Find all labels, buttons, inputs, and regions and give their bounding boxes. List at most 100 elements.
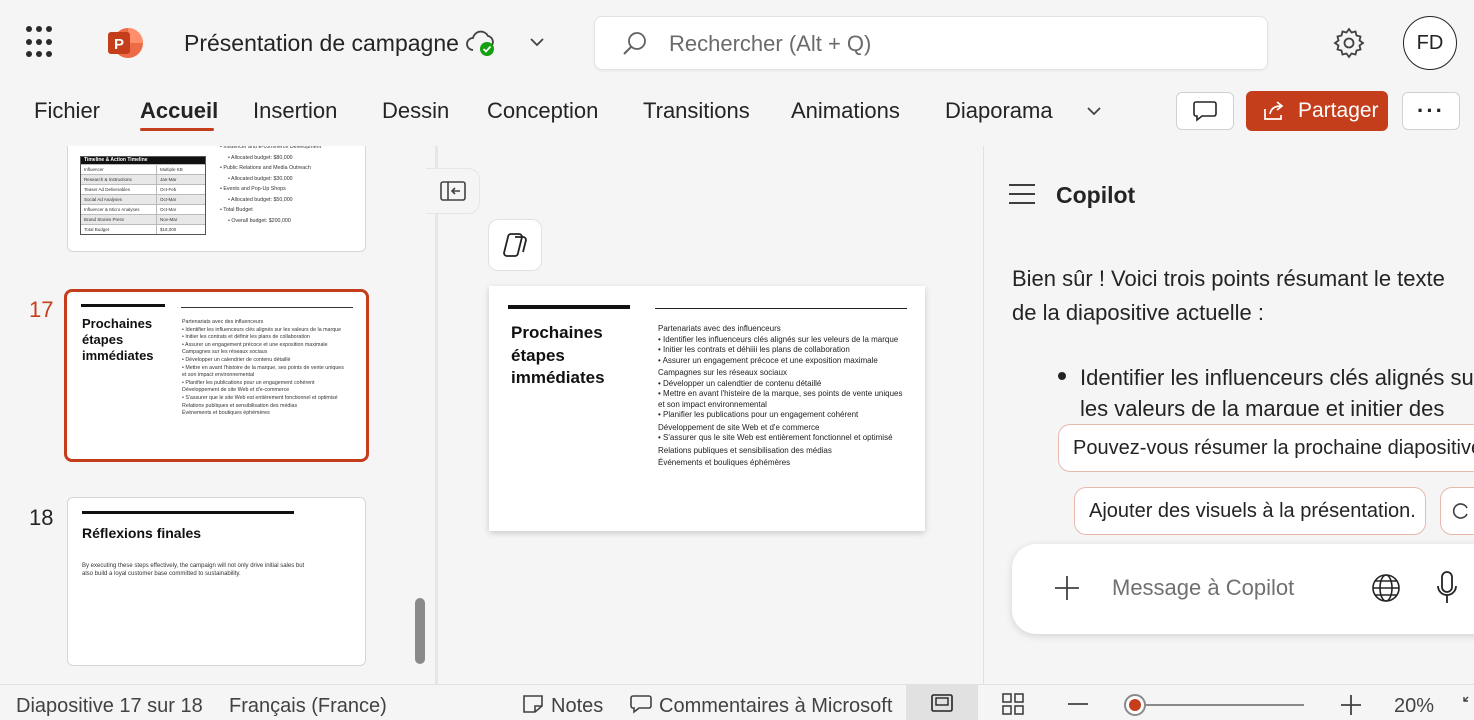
thumb16-bullet: • Overall budget: $200,000 bbox=[228, 217, 291, 224]
zoom-out-icon[interactable] bbox=[1068, 702, 1088, 706]
thumbnail-scrollbar[interactable] bbox=[415, 598, 425, 664]
slide-rule bbox=[655, 308, 907, 309]
slide-title-line-3: immédiates bbox=[511, 368, 605, 387]
thumb17-line: • Planifier les publications pour un eng… bbox=[182, 379, 315, 386]
zoom-in-icon[interactable] bbox=[1340, 694, 1362, 716]
bullet-dot bbox=[1058, 372, 1066, 380]
copilot-bullet-text: Identifier les influenceurs clés alignés… bbox=[1080, 365, 1474, 416]
slide-body-line: • Développer un calendtier de contenu dé… bbox=[658, 378, 822, 388]
collapse-pane-button[interactable] bbox=[426, 168, 480, 214]
thumb16-bullets: • Influencer and E-commerce Development •… bbox=[220, 146, 360, 226]
active-tab-indicator bbox=[140, 128, 214, 131]
slide-thumbnail-16[interactable]: Timeline & Action Timeline Influencer Mul… bbox=[67, 146, 366, 252]
copilot-pane-divider[interactable] bbox=[983, 146, 984, 684]
notes-button[interactable]: Notes bbox=[551, 695, 603, 718]
feedback-button[interactable]: Commentaires à Microsoft bbox=[659, 695, 892, 718]
refresh-icon bbox=[1452, 503, 1468, 519]
thumb16-table-cell: Research & Instructions bbox=[81, 175, 157, 184]
zoom-level[interactable]: 20% bbox=[1394, 695, 1434, 718]
search-input[interactable] bbox=[669, 29, 1229, 59]
document-title[interactable]: Présentation de campagne bbox=[184, 30, 459, 57]
more-options-button[interactable]: ··· bbox=[1402, 92, 1460, 130]
slide-number-17: 17 bbox=[29, 297, 54, 322]
more-tabs-chevron-icon[interactable] bbox=[1082, 100, 1106, 122]
feedback-icon[interactable] bbox=[630, 694, 652, 714]
suggestion-partial[interactable] bbox=[1440, 487, 1474, 535]
tab-fichier[interactable]: Fichier bbox=[34, 98, 100, 124]
tab-transitions[interactable]: Transitions bbox=[643, 98, 750, 124]
thumb16-table-row: Influencer Multiple KB bbox=[81, 164, 205, 174]
zoom-slider-knob[interactable] bbox=[1124, 694, 1146, 716]
thumb16-table-cell: Teaser Ad Deliverables bbox=[81, 185, 157, 194]
fit-slide-icon[interactable] bbox=[1462, 695, 1474, 713]
slide-thumbnail-18[interactable]: Réflexions finales By executing these st… bbox=[67, 497, 366, 666]
share-label: Partager bbox=[1298, 99, 1379, 122]
thumb16-table-cell: Oct-Mar bbox=[160, 207, 177, 212]
slide-body-line: • Identifier les influenceurs clés align… bbox=[658, 334, 899, 344]
thumbnail-pane-divider[interactable] bbox=[435, 146, 438, 684]
chevron-down-icon[interactable] bbox=[526, 32, 548, 52]
thumb16-table-row: Teaser Ad Deliverables Oct-Feb bbox=[81, 184, 205, 194]
thumb17-accent-bar bbox=[81, 304, 165, 307]
tab-dessin[interactable]: Dessin bbox=[382, 98, 449, 124]
powerpoint-window: P Présentation de campagne FD Fichier Ac… bbox=[0, 0, 1474, 720]
thumb16-table: Timeline & Action Timeline Influencer Mul… bbox=[80, 156, 206, 235]
slide-title-line-1: Prochaines bbox=[511, 323, 603, 342]
app-launcher-icon[interactable] bbox=[26, 26, 60, 60]
thumb16-table-row: Total Budget $18,000 bbox=[81, 224, 205, 234]
slide-body-line: • S'assurer qus le site Web est entièrem… bbox=[658, 433, 893, 442]
slide-body-line: Partenariats avec des influenceurs bbox=[658, 324, 781, 333]
powerpoint-icon: P bbox=[108, 28, 143, 58]
thumb16-table-cell: Multiple KB bbox=[160, 167, 183, 172]
suggestion-add-visuals[interactable]: Ajouter des visuels à la présentation. bbox=[1074, 487, 1426, 535]
tab-conception[interactable]: Conception bbox=[487, 98, 598, 124]
suggestion-summarize-next[interactable]: Pouvez-vous résumer la prochaine diaposi… bbox=[1058, 424, 1474, 472]
comment-icon bbox=[1193, 101, 1217, 122]
search-box[interactable] bbox=[594, 16, 1268, 70]
thumb16-table-cell: Oct-Feb bbox=[160, 187, 177, 192]
thumb17-line: • S'assurer que le site Web est entièrem… bbox=[182, 394, 338, 401]
thumb16-bullet: • Allocated budget: $80,000 bbox=[228, 154, 293, 161]
thumb17-line: • Mettre en avant l'histoire de la marqu… bbox=[182, 364, 344, 371]
gear-icon[interactable] bbox=[1332, 26, 1366, 60]
share-icon bbox=[1264, 101, 1284, 120]
normal-view-button[interactable] bbox=[906, 685, 978, 720]
mic-icon[interactable] bbox=[1436, 570, 1458, 606]
comments-button[interactable] bbox=[1176, 92, 1234, 130]
cloud-sync-icon[interactable] bbox=[465, 28, 499, 58]
thumb16-table-row: Social Ad Analyses Oct-Mar bbox=[81, 194, 205, 204]
thumb16-bullet: • Public Relations and Media Outreach bbox=[220, 165, 311, 171]
thumb18-body: By executing these steps effectively, th… bbox=[82, 563, 305, 577]
tab-diaporama[interactable]: Diaporama bbox=[945, 98, 1053, 124]
tab-insertion[interactable]: Insertion bbox=[253, 98, 337, 124]
tab-accueil[interactable]: Accueil bbox=[140, 98, 218, 124]
slide-body-line: • Initier les contrats et déhiiii les pl… bbox=[658, 345, 850, 354]
thumb18-accent-bar bbox=[82, 511, 294, 514]
share-button[interactable]: Partager bbox=[1246, 91, 1388, 131]
thumb16-table-cell: Social Ad Analyses bbox=[81, 195, 157, 204]
thumb17-line: Campagnes sur les réseaux sociaux bbox=[182, 349, 268, 356]
notes-icon[interactable] bbox=[522, 694, 544, 714]
slide-body-line: Relations publiques et sensibilisation d… bbox=[658, 445, 832, 455]
slide-body-line: • Mettre en avant l'histeire de la marqu… bbox=[658, 389, 903, 398]
thumb17-rule bbox=[181, 307, 353, 308]
plus-icon[interactable] bbox=[1052, 573, 1082, 603]
tab-animations[interactable]: Animations bbox=[791, 98, 900, 124]
thumb17-body: Partenariats avec des influenceurs • Iden… bbox=[182, 319, 362, 418]
slide-body-line: Développement de site Web et d'e commerc… bbox=[658, 422, 820, 432]
thumb16-table-cell: Influencer bbox=[81, 165, 157, 174]
copilot-slide-button[interactable] bbox=[488, 219, 542, 271]
hamburger-icon[interactable] bbox=[1008, 182, 1036, 206]
language-indicator[interactable]: Français (France) bbox=[229, 695, 387, 718]
thumb16-table-cell: Total Budget bbox=[81, 225, 157, 234]
current-slide-canvas[interactable]: Prochaines étapes immédiates Partenariat… bbox=[489, 286, 925, 531]
grid-view-icon[interactable] bbox=[1002, 693, 1024, 715]
slide-thumbnail-17[interactable]: Prochaines étapes immédiates Partenariat… bbox=[64, 289, 369, 462]
globe-icon[interactable] bbox=[1370, 572, 1402, 604]
thumb17-line: • Identifier les influenceurs clés align… bbox=[182, 326, 342, 333]
user-avatar[interactable]: FD bbox=[1403, 16, 1457, 70]
copilot-message-input[interactable] bbox=[1112, 571, 1352, 605]
slide-accent-bar bbox=[508, 305, 630, 309]
status-bar: Diapositive 17 sur 18 Français (France) … bbox=[0, 684, 1474, 720]
zoom-slider-track[interactable] bbox=[1130, 704, 1304, 706]
